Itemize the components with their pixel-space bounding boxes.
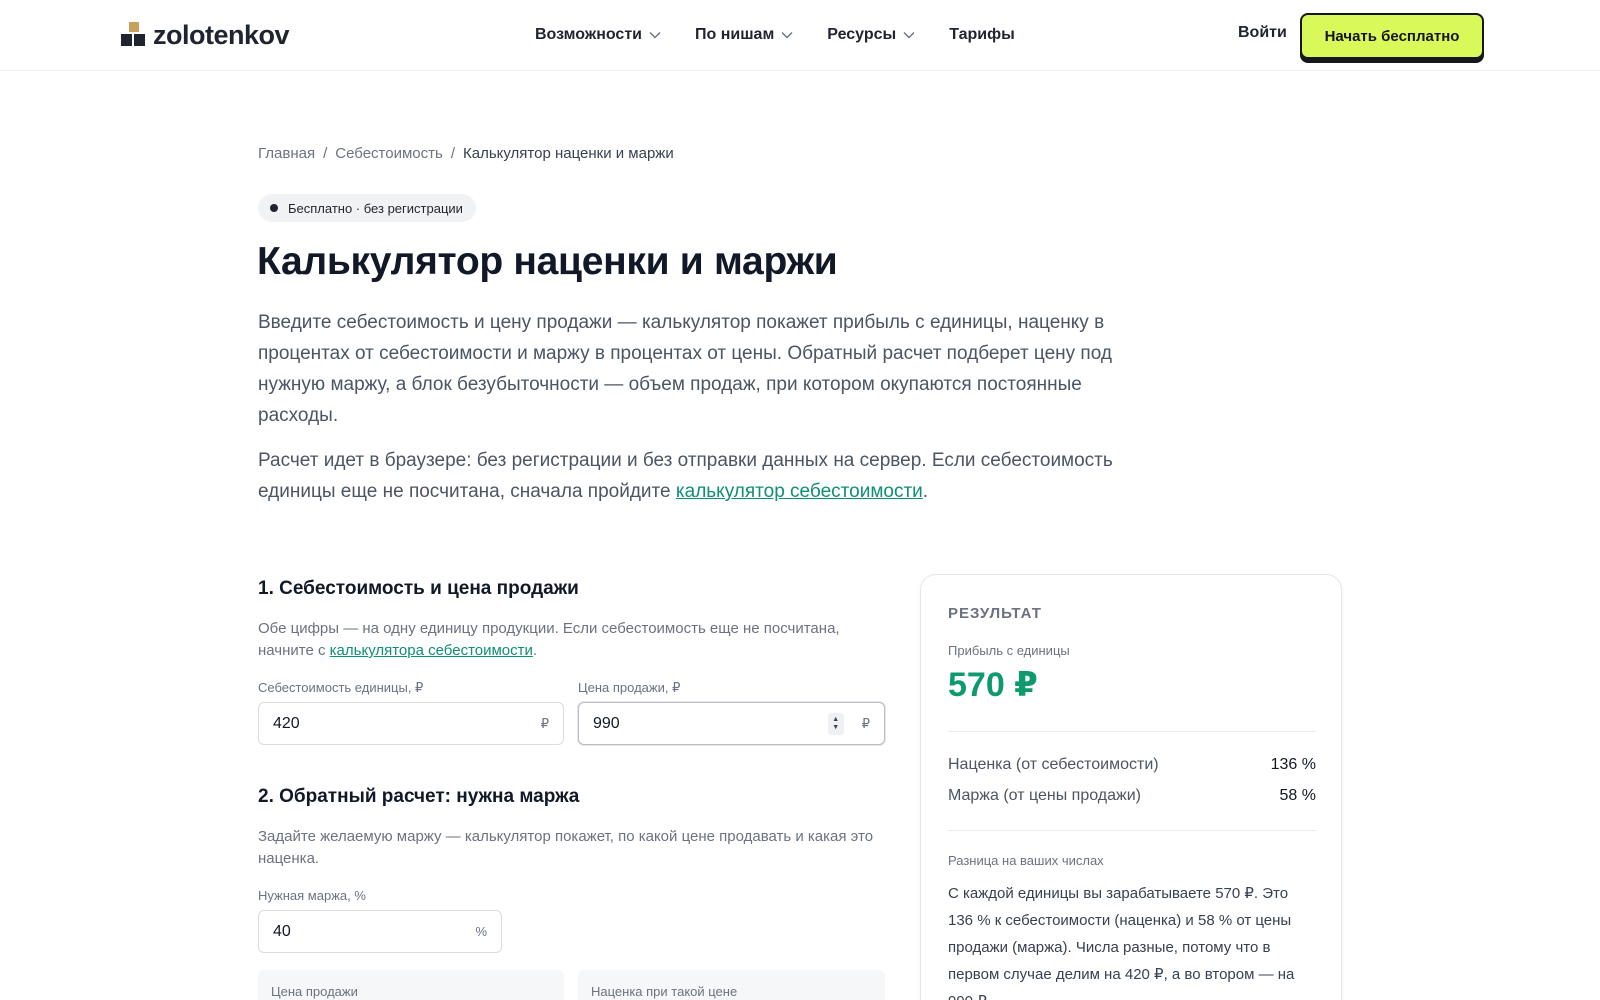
main-nav: Возможности По нишам Ресурсы Тарифы (535, 22, 1015, 48)
cost-calculator-link-2[interactable]: калькулятора себестоимости (330, 642, 533, 659)
result-heading: РЕЗУЛЬТАТ (948, 605, 1042, 622)
margin-label: Маржа (от цены продажи) (948, 787, 1141, 804)
cost-field-label: Себестоимость единицы, ₽ (258, 680, 424, 695)
difference-text: С каждой единицы вы зарабатываете 570 ₽.… (948, 885, 1295, 1000)
section-cost-price-title: 1. Себестоимость и цена продажи (258, 578, 579, 599)
nav-item-label: Тарифы (949, 26, 1015, 43)
percent-unit: % (475, 924, 487, 939)
breadcrumb-separator: / (450, 145, 455, 162)
breadcrumb-home[interactable]: Главная (258, 145, 315, 162)
margin-input-value: 40 (273, 922, 291, 940)
cost-calculator-link[interactable]: калькулятор себестоимости (676, 481, 923, 502)
price-input[interactable]: 990 ▲ ▼ ₽ (578, 702, 885, 745)
markup-value: 136 % (1270, 756, 1316, 773)
section-cost-price-desc: Обе цифры — на одну единицу продукции. Е… (258, 618, 898, 662)
difference-label: Разница на ваших числах (948, 853, 1104, 868)
nav-item-features[interactable]: Возможности (535, 26, 661, 44)
ruble-unit: ₽ (540, 715, 549, 731)
login-link[interactable]: Войти (1238, 24, 1287, 42)
markup-label: Наценка (от себестоимости) (948, 756, 1159, 773)
intro-paragraph: Введите себестоимость и цену продажи — к… (258, 312, 1112, 426)
dot-icon (270, 204, 278, 212)
cost-input-value: 420 (273, 714, 300, 732)
profit-value: 570 ₽ (948, 666, 1038, 704)
chevron-down-icon (903, 32, 915, 39)
output-price-card: Цена продажи (258, 970, 564, 1000)
breadcrumb-cost[interactable]: Себестоимость (335, 145, 443, 162)
price-field-label: Цена продажи, ₽ (578, 680, 681, 695)
nav-item-label: Возможности (535, 26, 642, 43)
output-price-label: Цена продажи (271, 984, 358, 999)
desc-text-end: . (532, 642, 538, 659)
stepper-up-icon[interactable]: ▲ (832, 716, 839, 724)
nav-item-pricing[interactable]: Тарифы (949, 26, 1015, 44)
brand-logo[interactable]: zolotenkov (121, 19, 290, 50)
site-header: zolotenkov Возможности По нишам Ресурсы … (0, 0, 1600, 71)
margin-field-label: Нужная маржа, % (258, 888, 366, 903)
cost-input[interactable]: 420 ₽ (258, 702, 564, 745)
output-markup-card: Наценка при такой цене (578, 970, 885, 1000)
nav-item-label: По нишам (695, 26, 775, 43)
chevron-down-icon (649, 32, 661, 39)
free-badge: Бесплатно · без регистрации (258, 194, 476, 222)
divider (948, 731, 1316, 732)
section-reverse-title: 2. Обратный расчет: нужна маржа (258, 786, 580, 807)
intro-paragraph-2: Расчет идет в браузере: без регистрации … (258, 445, 1118, 507)
margin-value: 58 % (1279, 787, 1316, 804)
breadcrumb-separator: / (323, 145, 328, 162)
nav-item-label: Ресурсы (827, 26, 897, 43)
nav-item-niches[interactable]: По нишам (695, 26, 793, 44)
stepper-down-icon[interactable]: ▼ (832, 724, 839, 732)
markup-row: Наценка (от себестоимости) 136 % (948, 756, 1316, 774)
intro-text-end: . (922, 481, 929, 502)
breadcrumb-current: Калькулятор наценки и маржи (462, 145, 674, 162)
badge-label: Бесплатно · без регистрации (288, 200, 463, 216)
output-markup-label: Наценка при такой цене (591, 984, 738, 999)
logo-mark-icon (121, 22, 147, 48)
result-card: РЕЗУЛЬТАТ Прибыль с единицы 570 ₽ Наценк… (920, 574, 1342, 1000)
section-reverse-desc: Задайте желаемую маржу — калькулятор пок… (258, 828, 874, 867)
start-free-button[interactable]: Начать бесплатно (1300, 13, 1484, 59)
target-margin-input[interactable]: 40 % (258, 910, 502, 953)
ruble-unit: ₽ (861, 715, 870, 731)
nav-item-resources[interactable]: Ресурсы (827, 26, 915, 44)
chevron-down-icon (781, 32, 793, 39)
divider (948, 830, 1316, 831)
page-title: Калькулятор наценки и маржи (257, 240, 838, 283)
number-stepper[interactable]: ▲ ▼ (827, 712, 844, 735)
breadcrumb: Главная / Себестоимость / Калькулятор на… (258, 145, 674, 162)
profit-label: Прибыль с единицы (948, 643, 1070, 658)
margin-row: Маржа (от цены продажи) 58 % (948, 787, 1316, 805)
brand-name: zolotenkov (153, 19, 290, 50)
price-input-value: 990 (593, 714, 620, 732)
